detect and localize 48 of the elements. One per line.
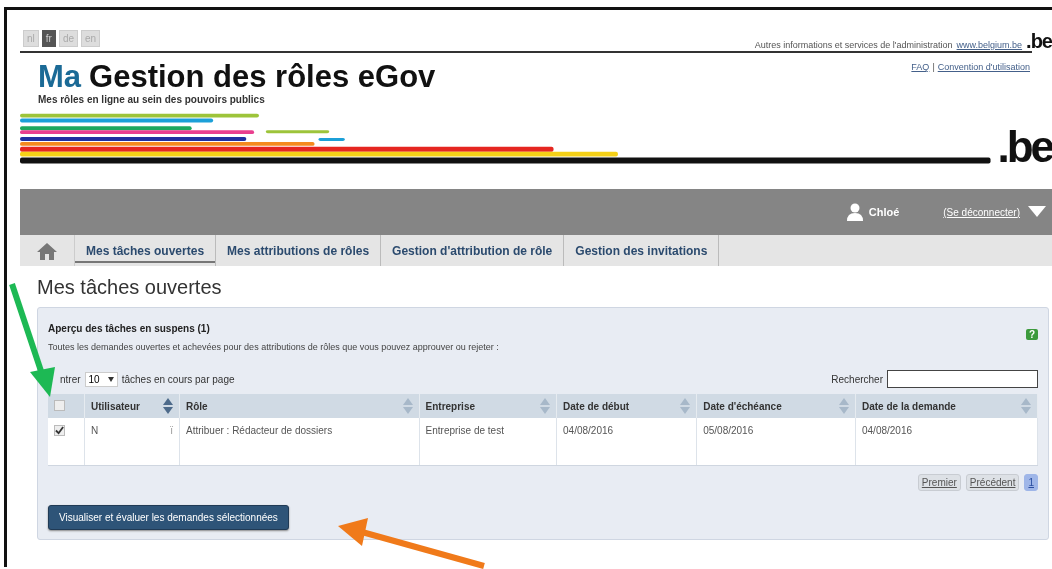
column-header[interactable]: Entreprise xyxy=(419,394,557,418)
info-text: Autres informations et services de l'administration xyxy=(754,40,953,50)
faq-link[interactable]: FAQ xyxy=(911,62,930,72)
table-cell: 04/08/2016 xyxy=(855,418,1038,466)
logo-text: .be xyxy=(997,127,1052,167)
show-label: tâches en cours par page xyxy=(121,373,235,385)
table-cell: N xyxy=(91,425,99,436)
pagination-button[interactable]: Précédent xyxy=(965,474,1020,491)
column-header[interactable]: Date de la demande xyxy=(855,394,1038,418)
table-cell: Attribuer : Rédacteur de dossiers xyxy=(179,418,420,466)
home-icon[interactable] xyxy=(37,241,57,260)
panel-description: Toutes les demandes ouvertes et achevées pour des attributions de rôles que vous pouvez approuver ou rejeter : xyxy=(48,342,500,352)
show-label: ntrer xyxy=(60,373,81,385)
search-label: Rechercher xyxy=(831,373,883,385)
column-header[interactable]: Date d'échéance xyxy=(696,394,856,418)
table-cell: 04/08/2016 xyxy=(556,418,697,466)
nav-tab[interactable]: Mes attributions de rôles xyxy=(216,235,382,266)
app-subtitle: Mes rôles en ligne au sein des pouvoirs publics xyxy=(38,94,266,105)
nav-tab[interactable]: Gestion d'attribution de rôle xyxy=(381,235,565,266)
column-header[interactable]: Rôle xyxy=(179,394,420,418)
title-accent: Ma xyxy=(38,59,82,94)
site-link[interactable]: www.belgium.be xyxy=(956,40,1023,50)
pagination-button[interactable]: 1 xyxy=(1024,474,1038,491)
help-icon[interactable]: ? xyxy=(1025,329,1038,340)
table-cell: ï xyxy=(170,425,173,436)
app-title: Gestion des rôles eGov xyxy=(89,59,436,94)
review-button[interactable]: Visualiser et évaluer les demandes sélectionnées xyxy=(48,505,289,530)
checkbox[interactable] xyxy=(54,425,65,436)
terms-link[interactable]: Convention d'utilisation xyxy=(937,62,1030,72)
caret-icon xyxy=(1028,206,1046,218)
column-header[interactable]: Date de début xyxy=(556,394,697,418)
pagination-button[interactable]: Premier xyxy=(917,474,961,491)
logo-text: .be xyxy=(1026,32,1052,50)
user-name: Chloé xyxy=(868,206,900,218)
page-title: Mes tâches ouvertes xyxy=(37,276,223,299)
page-size-select[interactable]: 10 xyxy=(84,371,118,387)
logout-link[interactable]: (Se déconnecter) xyxy=(943,206,1020,218)
checkbox[interactable] xyxy=(54,399,65,411)
nav-tab[interactable]: Gestion des invitations xyxy=(564,235,720,266)
user-icon xyxy=(846,203,863,221)
column-header[interactable]: Utilisateur xyxy=(84,394,180,418)
separator: | xyxy=(932,62,935,72)
table-cell: 05/08/2016 xyxy=(696,418,856,466)
language-button[interactable]: fr xyxy=(41,29,56,47)
panel-title: Aperçu des tâches en suspens (1) xyxy=(48,323,210,334)
search-field[interactable] xyxy=(887,370,1038,388)
table-cell: Entreprise de test xyxy=(419,418,557,466)
nav-tab[interactable]: Mes tâches ouvertes xyxy=(75,235,217,266)
